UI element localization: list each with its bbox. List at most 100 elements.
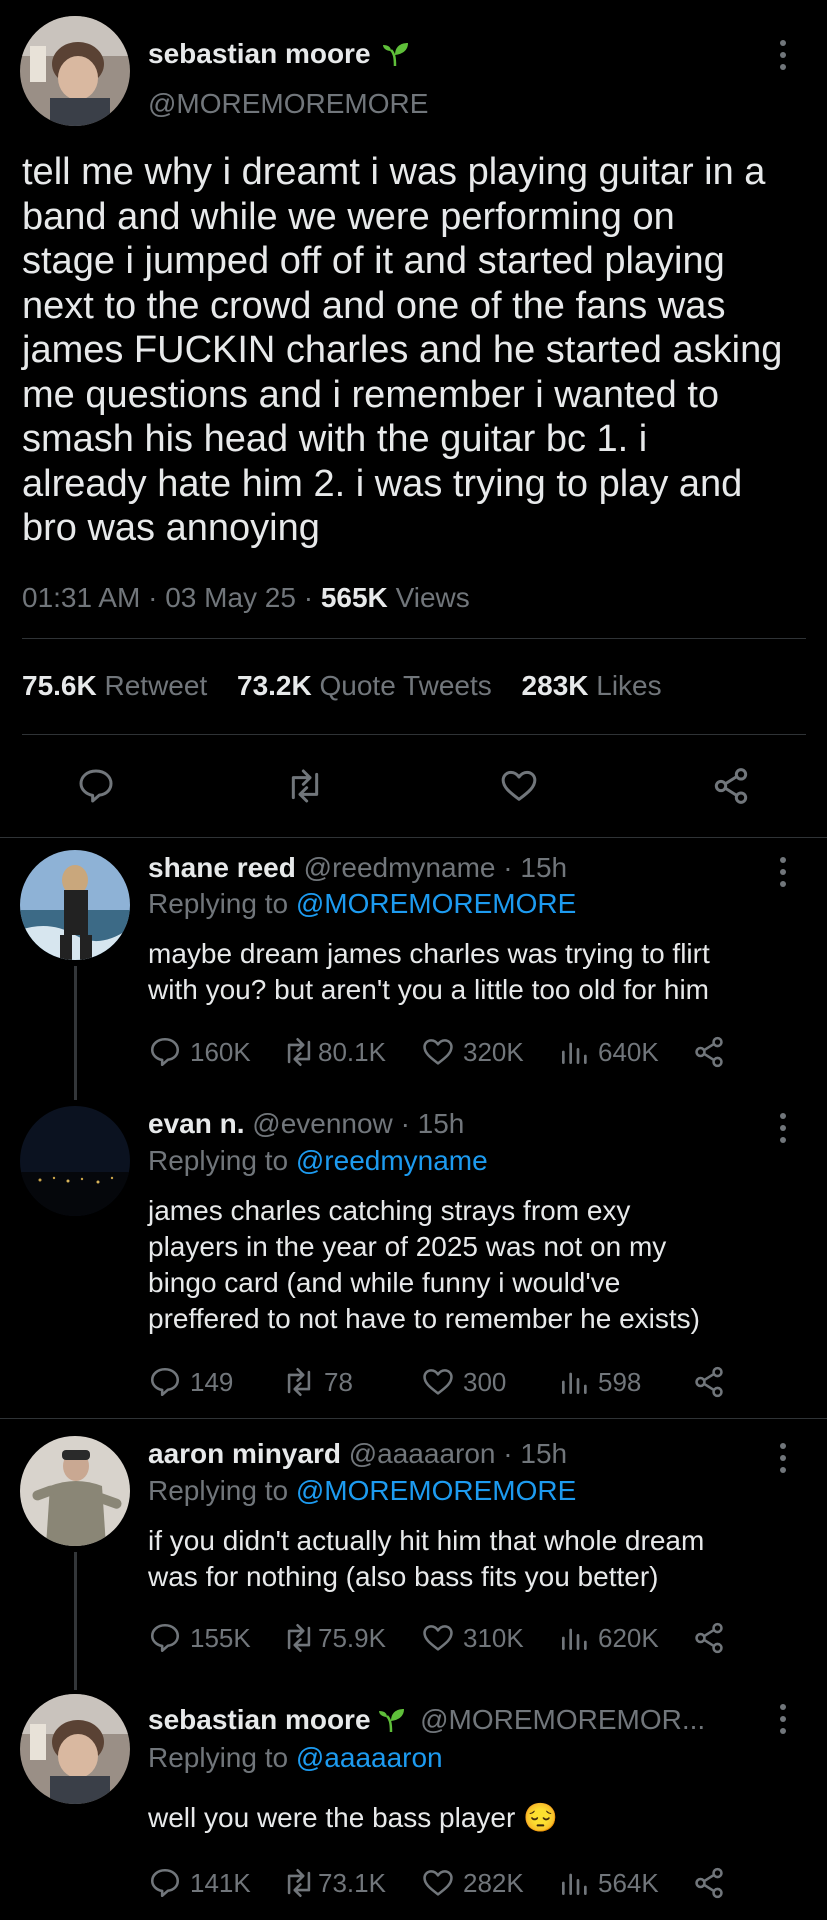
thread-connector bbox=[74, 966, 77, 1100]
views-count: 620K bbox=[598, 1622, 659, 1653]
reply-text-line: maybe dream james charles was trying to … bbox=[148, 938, 710, 969]
reply-text-line: players in the year of 2025 was not on m… bbox=[148, 1231, 667, 1262]
likes-count: 283K bbox=[521, 670, 589, 701]
seedling-icon bbox=[383, 43, 409, 67]
more-vertical-icon[interactable] bbox=[779, 1113, 787, 1149]
reply-author-name[interactable]: shane reed bbox=[148, 852, 296, 883]
reply-button[interactable]: 160K bbox=[148, 1035, 251, 1069]
reply-time: · 15h bbox=[503, 1438, 568, 1469]
comment-bubble-icon bbox=[150, 1037, 180, 1067]
more-vertical-icon[interactable] bbox=[779, 857, 787, 893]
reply-button[interactable]: 141K bbox=[148, 1866, 251, 1900]
reply-header: aaron minyard @aaaaaron · 15h bbox=[148, 1438, 567, 1470]
reply-author-name[interactable]: aaron minyard bbox=[148, 1438, 341, 1469]
reply-author-handle[interactable]: @MOREMOREMOR... bbox=[420, 1704, 705, 1735]
more-vertical-icon[interactable] bbox=[779, 1704, 787, 1740]
retweet-button[interactable]: 78 bbox=[282, 1365, 353, 1399]
views-button[interactable]: 598 bbox=[558, 1365, 641, 1399]
retweet-button[interactable]: 75.9K bbox=[282, 1621, 386, 1655]
tweet-text-line: tell me why i dreamt i was playing guita… bbox=[22, 151, 766, 193]
reply-author-name[interactable]: sebastian moore bbox=[148, 1704, 371, 1735]
comment-bubble-icon bbox=[150, 1367, 180, 1397]
tweet-text-line: stage i jumped off of it and started pla… bbox=[22, 240, 725, 282]
reply-author-handle[interactable]: @aaaaaron bbox=[349, 1438, 496, 1469]
divider bbox=[0, 837, 827, 838]
reply-button[interactable]: 149 bbox=[148, 1365, 233, 1399]
quotes-stat[interactable]: 73.2K Quote Tweets bbox=[237, 670, 492, 701]
more-vertical-icon[interactable] bbox=[779, 1443, 787, 1479]
tweet-text-line: next to the crowd and one of the fans wa… bbox=[22, 284, 726, 327]
views-button[interactable]: 640K bbox=[558, 1035, 659, 1069]
reply-author-name[interactable]: evan n. bbox=[148, 1108, 244, 1139]
like-button[interactable]: 310K bbox=[421, 1621, 524, 1655]
retweets-stat[interactable]: 75.6K Retweet bbox=[22, 670, 207, 701]
reply-header: evan n. @evennow · 15h bbox=[148, 1108, 464, 1140]
replying-to-link[interactable]: @reedmyname bbox=[296, 1145, 488, 1176]
heart-icon bbox=[423, 1039, 453, 1065]
likes-stat[interactable]: 283K Likes bbox=[522, 670, 662, 701]
tweet-text-line: already hate him 2. i was trying to play… bbox=[22, 462, 743, 505]
reply-button[interactable]: 155K bbox=[148, 1621, 251, 1655]
views-button[interactable]: 620K bbox=[558, 1621, 659, 1655]
retweet-count: 80.1K bbox=[318, 1036, 386, 1067]
reply-count: 141K bbox=[190, 1867, 251, 1898]
avatar[interactable] bbox=[20, 16, 130, 126]
retweet-button[interactable]: 73.1K bbox=[282, 1866, 386, 1900]
reply-header: sebastian moore @MOREMOREMOR... bbox=[148, 1704, 705, 1736]
retweet-count: 73.1K bbox=[318, 1867, 386, 1898]
reply-time: · 15h bbox=[400, 1108, 465, 1139]
share-button[interactable] bbox=[710, 766, 752, 806]
avatar-image bbox=[20, 1436, 130, 1546]
retweet-count: 75.9K bbox=[318, 1622, 386, 1653]
retweet-button[interactable]: 80.1K bbox=[282, 1035, 386, 1069]
replying-to-link[interactable]: @MOREMOREMORE bbox=[296, 1475, 576, 1506]
reply-author-handle[interactable]: @evennow bbox=[252, 1108, 393, 1139]
heart-icon bbox=[501, 770, 537, 801]
avatar[interactable] bbox=[20, 1694, 130, 1804]
reply-count: 149 bbox=[190, 1366, 234, 1397]
tweet-text-line: band and while we were performing on bbox=[22, 195, 675, 238]
retweet-button[interactable] bbox=[284, 766, 326, 806]
reply-text-line: james charles catching strays from exy bbox=[148, 1195, 631, 1226]
separator: · bbox=[148, 582, 158, 613]
views-count: 640K bbox=[598, 1036, 659, 1067]
more-vertical-icon[interactable] bbox=[779, 40, 787, 76]
replying-to-label: Replying to bbox=[148, 1475, 289, 1506]
like-button[interactable]: 320K bbox=[421, 1035, 524, 1069]
author-name-text[interactable]: sebastian moore bbox=[148, 38, 371, 69]
replying-to: Replying to @MOREMOREMORE bbox=[148, 888, 576, 920]
replying-to-link[interactable]: @aaaaaron bbox=[296, 1742, 443, 1773]
like-button[interactable]: 300 bbox=[421, 1365, 506, 1399]
share-button[interactable] bbox=[692, 1866, 726, 1900]
replying-to-label: Replying to bbox=[148, 888, 289, 919]
share-button[interactable] bbox=[692, 1035, 726, 1069]
share-button[interactable] bbox=[692, 1365, 726, 1399]
like-count: 300 bbox=[463, 1366, 507, 1397]
views-label: Views bbox=[395, 582, 470, 613]
author-handle[interactable]: @MOREMOREMORE bbox=[148, 88, 428, 120]
bar-chart-icon bbox=[562, 1628, 587, 1650]
divider bbox=[22, 734, 806, 735]
reply-button[interactable] bbox=[76, 766, 116, 806]
replying-to-label: Replying to bbox=[148, 1742, 289, 1773]
avatar[interactable] bbox=[20, 1436, 130, 1546]
retweets-label: Retweet bbox=[104, 670, 208, 701]
share-button[interactable] bbox=[692, 1621, 726, 1655]
heart-icon bbox=[423, 1870, 453, 1896]
retweet-icon bbox=[291, 769, 319, 803]
avatar[interactable] bbox=[20, 850, 130, 960]
reply-author-handle[interactable]: @reedmyname bbox=[304, 852, 496, 883]
like-button[interactable]: 282K bbox=[421, 1866, 524, 1900]
reply-text-line: was for nothing (also bass fits you bett… bbox=[148, 1561, 659, 1592]
replying-to-link[interactable]: @MOREMOREMORE bbox=[296, 888, 576, 919]
like-button[interactable] bbox=[498, 766, 540, 806]
author-name[interactable]: sebastian moore bbox=[148, 38, 410, 70]
views-button[interactable]: 564K bbox=[558, 1866, 659, 1900]
reply-text: if you didn't actually hit him that whol… bbox=[148, 1523, 818, 1595]
avatar-image bbox=[20, 850, 130, 960]
like-count: 320K bbox=[463, 1036, 524, 1067]
views-count: 565K bbox=[320, 582, 388, 613]
avatar[interactable] bbox=[20, 1106, 130, 1216]
reply-text: maybe dream james charles was trying to … bbox=[148, 936, 818, 1008]
share-nodes-icon bbox=[695, 1867, 723, 1899]
